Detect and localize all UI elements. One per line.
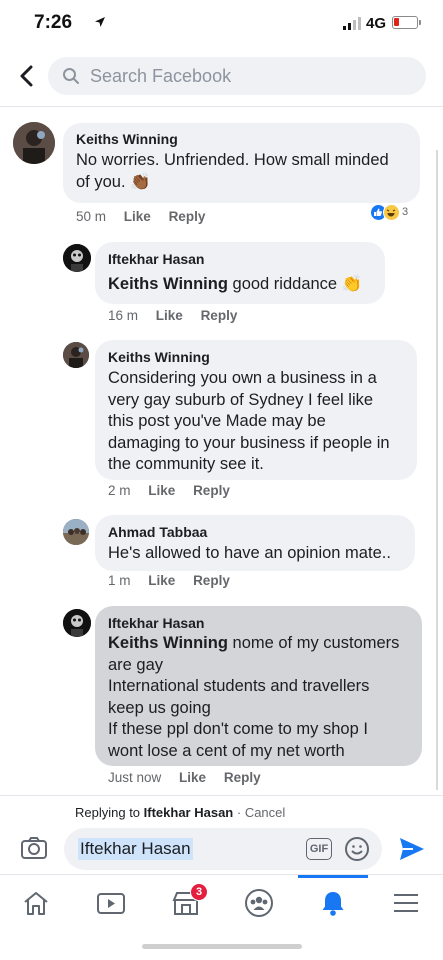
emoji-icon[interactable] (344, 836, 370, 862)
search-header: Search Facebook (0, 52, 443, 100)
camera-icon[interactable] (20, 836, 48, 860)
comment-text: Keiths Winning nome of my customers are … (108, 634, 400, 760)
chevron-left-icon (20, 65, 33, 87)
reaction-count: 3 (402, 206, 409, 218)
comment-bubble-highlighted[interactable]: Iftekhar Hasan Keiths Winning nome of my… (95, 606, 422, 766)
comment-text: No worries. Unfriended. How small minded… (76, 151, 389, 191)
comment-author[interactable]: Keiths Winning (76, 131, 178, 147)
home-icon (24, 892, 48, 915)
active-tab-indicator (298, 875, 368, 878)
comment-composer: Iftekhar Hasan GIF (0, 826, 443, 874)
reply-button[interactable]: Reply (193, 573, 230, 588)
comment-time: Just now (108, 770, 162, 785)
reply-button[interactable]: Reply (193, 483, 230, 498)
location-arrow-icon (95, 17, 105, 27)
search-placeholder: Search Facebook (90, 66, 232, 86)
like-button[interactable]: Like (148, 483, 175, 498)
nav-groups[interactable] (229, 883, 289, 923)
home-indicator (142, 944, 302, 949)
comment-time: 16 m (108, 308, 139, 323)
cancel-reply-button[interactable]: Cancel (245, 805, 285, 820)
nav-home[interactable] (6, 883, 66, 923)
search-input[interactable]: Search Facebook (48, 57, 426, 95)
reply-button[interactable]: Reply (169, 209, 206, 224)
bottom-nav: 3 (0, 874, 443, 930)
comment-bubble[interactable]: Ahmad Tabbaa He's allowed to have an opi… (95, 515, 415, 571)
like-button[interactable]: Like (124, 209, 151, 224)
battery-icon (392, 16, 418, 29)
avatar[interactable] (13, 122, 55, 164)
avatar[interactable] (63, 609, 91, 637)
scroll-indicator (436, 150, 438, 790)
header-divider (0, 106, 443, 107)
avatar[interactable] (63, 342, 89, 368)
battery-tip (419, 20, 421, 25)
comment-author[interactable]: Keiths Winning (108, 349, 210, 365)
mention-link[interactable]: Keiths Winning (108, 634, 228, 652)
nav-marketplace[interactable]: 3 (156, 883, 216, 923)
haha-reaction-icon (383, 203, 400, 221)
comment-bubble[interactable]: Keiths Winning No worries. Unfriended. H… (63, 123, 420, 203)
comment-bubble[interactable]: Iftekhar Hasan Keiths Winning good ridda… (95, 242, 385, 304)
gif-button[interactable]: GIF (306, 838, 332, 860)
status-time: 7:26 (34, 12, 73, 33)
comment-text: He's allowed to have an opinion mate.. (108, 544, 391, 562)
network-type: 4G (366, 15, 387, 32)
bell-icon (322, 892, 344, 916)
signal-icon (343, 17, 361, 30)
groups-icon (245, 889, 273, 917)
comment-time: 1 m (108, 573, 131, 588)
replying-text: Replying to Iftekhar Hasan · Cancel (75, 805, 286, 820)
nav-notifications[interactable] (303, 883, 363, 923)
comment-meta: Just now Like Reply (108, 770, 275, 785)
comment-text: Considering you own a business in a very… (108, 369, 390, 473)
like-button[interactable]: Like (156, 308, 183, 323)
reply-button[interactable]: Reply (201, 308, 238, 323)
search-icon (63, 68, 79, 84)
avatar[interactable] (63, 244, 91, 272)
send-icon[interactable] (398, 836, 426, 862)
replying-bar: Replying to Iftekhar Hasan · Cancel (0, 795, 443, 827)
comment-meta: 16 m Like Reply (108, 308, 251, 323)
like-button[interactable]: Like (148, 573, 175, 588)
back-button[interactable] (12, 60, 40, 92)
comment-meta: 50 m Like Reply (76, 209, 219, 224)
mention-link[interactable]: Keiths Winning (108, 275, 228, 293)
comment-author[interactable]: Ahmad Tabbaa (108, 524, 207, 540)
nav-menu[interactable] (376, 883, 436, 923)
comment-input[interactable]: Iftekhar Hasan GIF (64, 828, 382, 870)
notification-badge: 3 (190, 883, 208, 901)
comment-time: 50 m (76, 209, 107, 224)
menu-icon (394, 894, 418, 912)
status-bar: 7:26 4G (0, 0, 443, 44)
comment-author[interactable]: Iftekhar Hasan (108, 615, 204, 631)
replying-to-name: Iftekhar Hasan (143, 805, 234, 820)
reply-button[interactable]: Reply (224, 770, 261, 785)
comment-time: 2 m (108, 483, 131, 498)
comment-meta: 2 m Like Reply (108, 483, 244, 498)
nav-watch[interactable] (81, 883, 141, 923)
like-button[interactable]: Like (179, 770, 206, 785)
comment-bubble[interactable]: Keiths Winning Considering you own a bus… (95, 340, 417, 480)
reaction-summary[interactable]: 3 (370, 203, 408, 221)
avatar[interactable] (63, 519, 89, 545)
comment-meta: 1 m Like Reply (108, 573, 244, 588)
video-icon (97, 893, 125, 914)
comment-text: Keiths Winning good riddance 👏 (108, 275, 363, 293)
comment-input-value: Iftekhar Hasan (78, 838, 193, 860)
comment-author[interactable]: Iftekhar Hasan (108, 251, 204, 267)
